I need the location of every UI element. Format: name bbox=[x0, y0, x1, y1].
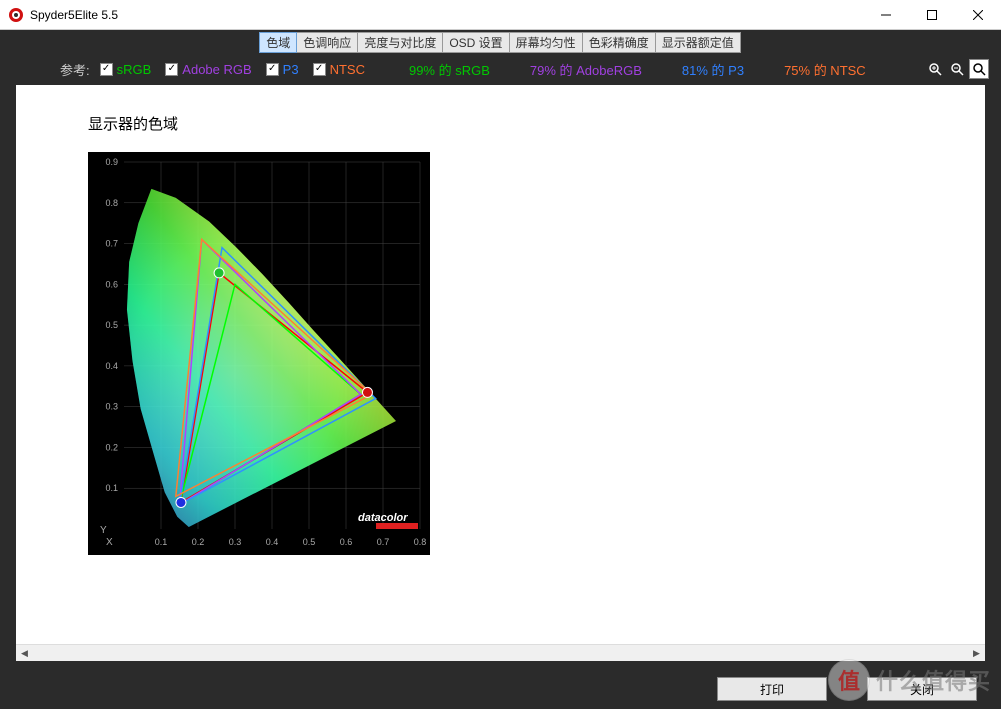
svg-text:0.9: 0.9 bbox=[105, 157, 118, 167]
chart-title: 显示器的色域 bbox=[88, 113, 985, 134]
coverage-p3: 81% 的 P3 bbox=[682, 60, 744, 79]
close-button[interactable] bbox=[955, 0, 1001, 29]
scroll-left-arrow[interactable]: ◀ bbox=[16, 646, 33, 661]
minimize-button[interactable] bbox=[863, 0, 909, 29]
app-icon bbox=[8, 7, 24, 23]
svg-text:0.6: 0.6 bbox=[105, 279, 118, 289]
zoom-in-button[interactable] bbox=[925, 59, 945, 79]
title-bar: Spyder5Elite 5.5 bbox=[0, 0, 1001, 30]
svg-text:X: X bbox=[106, 537, 113, 548]
tab-tone-response[interactable]: 色调响应 bbox=[296, 32, 358, 53]
close-app-button[interactable]: 关闭 bbox=[867, 677, 977, 701]
tab-color-accuracy[interactable]: 色彩精确度 bbox=[582, 32, 656, 53]
svg-text:0.1: 0.1 bbox=[105, 483, 118, 493]
svg-text:0.8: 0.8 bbox=[414, 537, 427, 547]
tab-osd-settings[interactable]: OSD 设置 bbox=[442, 32, 509, 53]
svg-text:0.8: 0.8 bbox=[105, 198, 118, 208]
coverage-adobergb: 79% 的 AdobeRGB bbox=[530, 60, 642, 79]
svg-text:0.4: 0.4 bbox=[105, 361, 118, 371]
svg-text:Y: Y bbox=[100, 525, 107, 536]
svg-text:0.2: 0.2 bbox=[105, 442, 118, 452]
print-button[interactable]: 打印 bbox=[717, 677, 827, 701]
svg-text:0.5: 0.5 bbox=[303, 537, 316, 547]
tab-bar: 色域 色调响应 亮度与对比度 OSD 设置 屏幕均匀性 色彩精确度 显示器额定值 bbox=[260, 32, 740, 53]
svg-text:datacolor: datacolor bbox=[358, 512, 408, 524]
maximize-button[interactable] bbox=[909, 0, 955, 29]
label-adobergb: Adobe RGB bbox=[182, 62, 251, 77]
svg-text:0.5: 0.5 bbox=[105, 320, 118, 330]
tab-monitor-rating[interactable]: 显示器额定值 bbox=[655, 32, 741, 53]
svg-text:0.7: 0.7 bbox=[377, 537, 390, 547]
svg-text:0.6: 0.6 bbox=[340, 537, 353, 547]
checkbox-srgb[interactable]: ✓ bbox=[100, 63, 113, 76]
scroll-right-arrow[interactable]: ▶ bbox=[968, 646, 985, 661]
svg-text:0.3: 0.3 bbox=[105, 402, 118, 412]
window-title: Spyder5Elite 5.5 bbox=[30, 8, 863, 22]
svg-text:0.1: 0.1 bbox=[155, 537, 168, 547]
svg-text:0.3: 0.3 bbox=[229, 537, 242, 547]
svg-text:0.4: 0.4 bbox=[266, 537, 279, 547]
tab-screen-uniformity[interactable]: 屏幕均匀性 bbox=[509, 32, 583, 53]
checkbox-ntsc[interactable]: ✓ bbox=[313, 63, 326, 76]
reference-label: 参考: bbox=[60, 60, 90, 79]
checkbox-p3[interactable]: ✓ bbox=[266, 63, 279, 76]
label-srgb: sRGB bbox=[117, 62, 152, 77]
horizontal-scrollbar[interactable]: ◀ ▶ bbox=[16, 644, 985, 661]
checkbox-adobergb[interactable]: ✓ bbox=[165, 63, 178, 76]
svg-text:0.7: 0.7 bbox=[105, 239, 118, 249]
label-p3: P3 bbox=[283, 62, 299, 77]
zoom-fit-button[interactable] bbox=[969, 59, 989, 79]
zoom-out-button[interactable] bbox=[947, 59, 967, 79]
tab-gamut[interactable]: 色域 bbox=[259, 32, 297, 53]
tab-brightness-contrast[interactable]: 亮度与对比度 bbox=[357, 32, 443, 53]
label-ntsc: NTSC bbox=[330, 62, 365, 77]
svg-text:0.2: 0.2 bbox=[192, 537, 205, 547]
coverage-srgb: 99% 的 sRGB bbox=[409, 60, 490, 79]
coverage-ntsc: 75% 的 NTSC bbox=[784, 60, 866, 79]
chromaticity-chart: 0.1 0.2 0.3 0.4 0.5 0.6 0.7 0.8 0.1 0.2 0.3 0.4 0.5 0… bbox=[88, 152, 430, 555]
